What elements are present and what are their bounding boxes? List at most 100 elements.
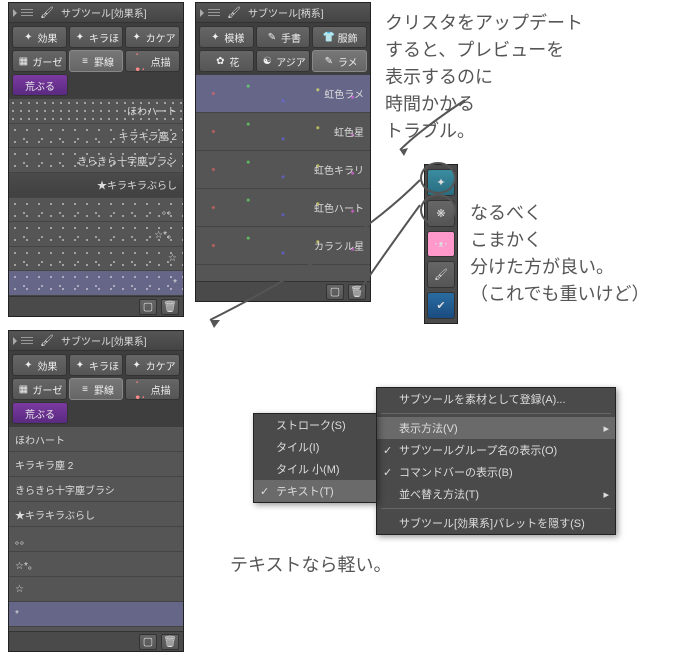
tab-gauze[interactable]: ▦ガーゼ: [12, 50, 67, 72]
new-subtool-button[interactable]: ▢: [139, 299, 157, 315]
menu-show-command-bar[interactable]: ✓コマンドバーの表示(B): [377, 461, 615, 483]
tab-ruled[interactable]: ≡罫線: [69, 378, 124, 400]
brush-icon: 🖌: [37, 6, 57, 20]
preview-swatch: [9, 198, 183, 222]
list-item[interactable]: きらきら十字塵ブラシ: [9, 477, 183, 502]
list-item[interactable]: キラキラ塵 2: [9, 452, 183, 477]
panel-title: サブツール[効果系]: [61, 333, 147, 348]
grip-icon[interactable]: [21, 9, 33, 16]
check-icon: ✓: [383, 466, 392, 479]
trash-icon: 🗑: [350, 285, 364, 298]
panel-footer: ▢ 🗑: [9, 296, 183, 316]
gauze-icon: ▦: [16, 382, 30, 396]
tab-area: ✦効果 ✦キラほ ✦カケア ▦ガーゼ ≡罫線 ･ᴥ･点描 荒ぶる: [9, 23, 183, 99]
collapse-icon[interactable]: [13, 9, 17, 17]
tool-brush[interactable]: 🖌: [427, 261, 455, 288]
trash-icon: 🗑: [163, 635, 177, 648]
new-subtool-button[interactable]: ▢: [139, 634, 157, 650]
tab-effect[interactable]: ✦効果: [12, 354, 67, 376]
list-item[interactable]: ☆: [9, 247, 183, 272]
list-item[interactable]: ほわハート: [9, 427, 183, 452]
panel-header[interactable]: 🖌 サブツール[効果系]: [9, 331, 183, 351]
sparkle-icon: ✦: [21, 358, 35, 372]
tab-araburu[interactable]: 荒ぶる: [12, 74, 68, 96]
tab-araburu[interactable]: 荒ぶる: [12, 402, 68, 424]
collapse-icon[interactable]: [13, 337, 17, 345]
gauze-icon: ▦: [16, 54, 30, 68]
tab-ruled[interactable]: ≡罫線: [69, 50, 124, 72]
tab-kiraho[interactable]: ✦キラほ: [69, 354, 124, 376]
tab-flower[interactable]: ✿花: [199, 50, 254, 72]
list-item[interactable]: ★キラキラぶらし: [9, 173, 183, 198]
list-item[interactable]: *: [9, 602, 183, 627]
tab-kiraho[interactable]: ✦キラほ: [69, 26, 124, 48]
menu-hide-palette[interactable]: サブツール[効果系]パレットを隠す(S): [377, 512, 615, 534]
tab-kakea[interactable]: ✦カケア: [125, 26, 180, 48]
menu-tile-small[interactable]: タイル 小(M): [254, 458, 376, 480]
tab-kakea[interactable]: ✦カケア: [125, 354, 180, 376]
list-item[interactable]: 虹色星: [196, 113, 370, 151]
tab-clothes[interactable]: 👕服飾: [312, 26, 367, 48]
tab-dots[interactable]: ･ᴥ･点描: [125, 50, 180, 72]
list-item[interactable]: きらきら十字塵ブラシ: [9, 148, 183, 173]
list-item[interactable]: ☆*。: [9, 222, 183, 247]
tool-face[interactable]: ･ᴥ･: [427, 231, 455, 258]
panel-title: サブツール[効果系]: [61, 5, 147, 20]
menu-stroke[interactable]: ストローク(S): [254, 414, 376, 436]
tab-gauze[interactable]: ▦ガーゼ: [12, 378, 67, 400]
menu-display-method[interactable]: 表示方法(V)▸: [377, 417, 615, 439]
list-item[interactable]: 虹色ラメ: [196, 75, 370, 113]
brush-icon: 🖌: [224, 6, 244, 20]
panel-header[interactable]: 🖌 サブツール[効果系]: [9, 3, 183, 23]
collapse-icon[interactable]: [200, 9, 204, 17]
face-icon: ･ᴥ･: [434, 237, 448, 250]
tab-asia[interactable]: ☯アジア: [256, 50, 311, 72]
list-item[interactable]: カラフル星: [196, 227, 370, 265]
list-item[interactable]: ☆*。: [9, 552, 183, 577]
check-icon: ✔: [436, 299, 445, 312]
list-item[interactable]: 。。: [9, 527, 183, 552]
preview-swatch: [9, 247, 183, 271]
lame-icon: ✎: [322, 54, 336, 68]
handwriting-note-1: クリスタをアップデート すると、プレビューを 表示するのに 時間かかる トラブル…: [385, 10, 583, 145]
list-item[interactable]: 。。: [9, 198, 183, 223]
list-item[interactable]: キラキラ塵 2: [9, 124, 183, 149]
tab-pattern[interactable]: ✦模様: [199, 26, 254, 48]
tab-effect[interactable]: ✦効果: [12, 26, 67, 48]
ruled-icon: ≡: [78, 54, 92, 68]
tab-area: ✦効果 ✦キラほ ✦カケア ▦ガーゼ ≡罫線 ･ᴥ･点描 荒ぶる: [9, 351, 183, 427]
menu-separator: [381, 508, 611, 509]
grip-icon[interactable]: [208, 9, 220, 16]
delete-subtool-button[interactable]: 🗑: [161, 299, 179, 315]
list-item[interactable]: 虹色ハート: [196, 189, 370, 227]
menu-tile[interactable]: タイル(I): [254, 436, 376, 458]
tab-lame[interactable]: ✎ラメ: [312, 50, 367, 72]
tab-hand[interactable]: ✎手書: [256, 26, 311, 48]
sparkle-icon: ✦: [73, 358, 87, 372]
list-item[interactable]: 虹色キラリ: [196, 151, 370, 189]
list-item[interactable]: ★キラキラぶらし: [9, 502, 183, 527]
tab-dots[interactable]: ･ᴥ･点描: [125, 378, 180, 400]
menu-register-material[interactable]: サブツールを素材として登録(A)...: [377, 388, 615, 410]
tool-check[interactable]: ✔: [427, 292, 455, 319]
menu-show-group-name[interactable]: ✓サブツールグループ名の表示(O): [377, 439, 615, 461]
ruled-icon: ≡: [78, 382, 92, 396]
hand-circle-2: [420, 194, 456, 226]
subtool-list: ほわハート キラキラ塵 2 きらきら十字塵ブラシ ★キラキラぶらし 。。 ☆*。…: [9, 427, 183, 631]
new-icon: ▢: [143, 635, 153, 648]
panel-header[interactable]: 🖌 サブツール[柄系]: [196, 3, 370, 23]
list-item[interactable]: *: [9, 271, 183, 296]
list-item[interactable]: ほわハート: [9, 99, 183, 124]
asia-icon: ☯: [260, 54, 274, 68]
new-subtool-button[interactable]: ▢: [326, 284, 344, 300]
submenu-arrow-icon: ▸: [603, 488, 609, 501]
face-icon: ･ᴥ･: [135, 54, 149, 68]
panel-footer: ▢ 🗑: [196, 281, 370, 301]
sparkle-icon: ✦: [73, 30, 87, 44]
delete-subtool-button[interactable]: 🗑: [161, 634, 179, 650]
list-item[interactable]: ☆: [9, 577, 183, 602]
delete-subtool-button[interactable]: 🗑: [348, 284, 366, 300]
menu-text[interactable]: ✓テキスト(T): [254, 480, 376, 502]
menu-sort-method[interactable]: 並べ替え方法(T)▸: [377, 483, 615, 505]
grip-icon[interactable]: [21, 337, 33, 344]
